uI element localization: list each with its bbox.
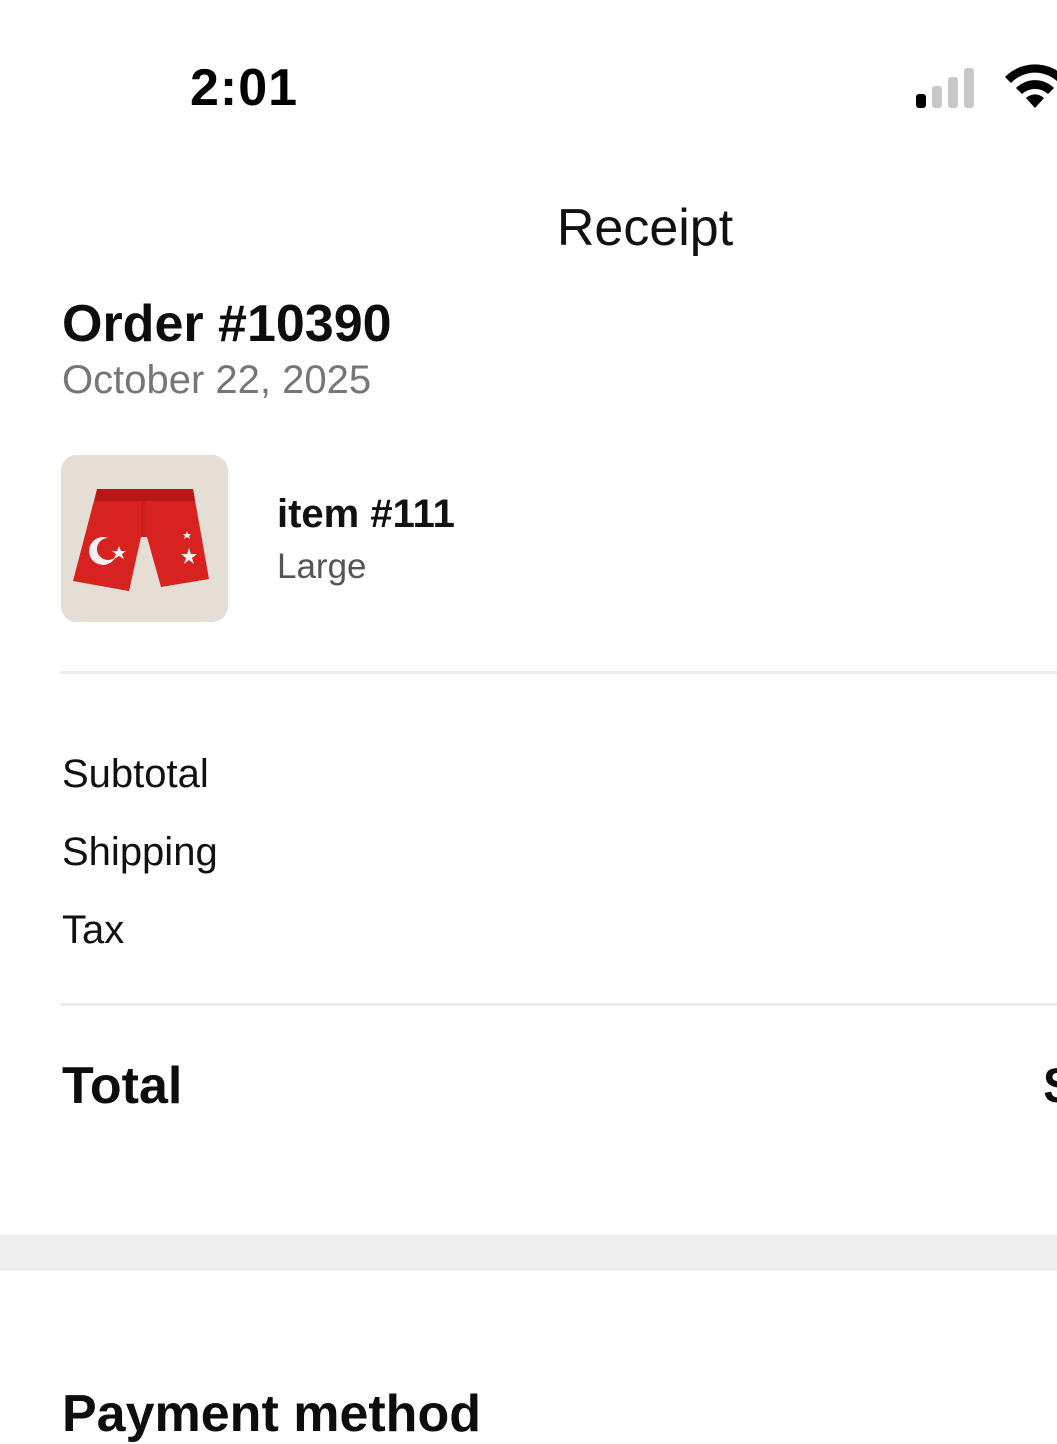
- item-variant: Large: [277, 547, 367, 586]
- order-number: Order #10390: [62, 295, 392, 353]
- status-time: 2:01: [190, 59, 299, 117]
- divider: [60, 1003, 1057, 1006]
- cellular-signal-icon: [916, 68, 974, 108]
- item-name: item #111: [277, 492, 455, 536]
- order-date: October 22, 2025: [62, 358, 372, 402]
- section-separator: [0, 1235, 1057, 1271]
- tax-label: Tax: [62, 908, 125, 952]
- payment-method-heading: Payment method: [62, 1385, 481, 1443]
- total-value: $: [1044, 1056, 1057, 1116]
- product-thumbnail[interactable]: [61, 455, 228, 622]
- shipping-label: Shipping: [62, 830, 218, 874]
- red-shorts-product-image: [61, 455, 228, 622]
- subtotal-label: Subtotal: [62, 752, 209, 796]
- status-bar: 2:01: [0, 0, 1057, 150]
- divider: [60, 671, 1057, 674]
- wifi-icon: [1005, 64, 1057, 108]
- page-title: Receipt: [556, 199, 734, 257]
- total-label: Total: [62, 1057, 183, 1115]
